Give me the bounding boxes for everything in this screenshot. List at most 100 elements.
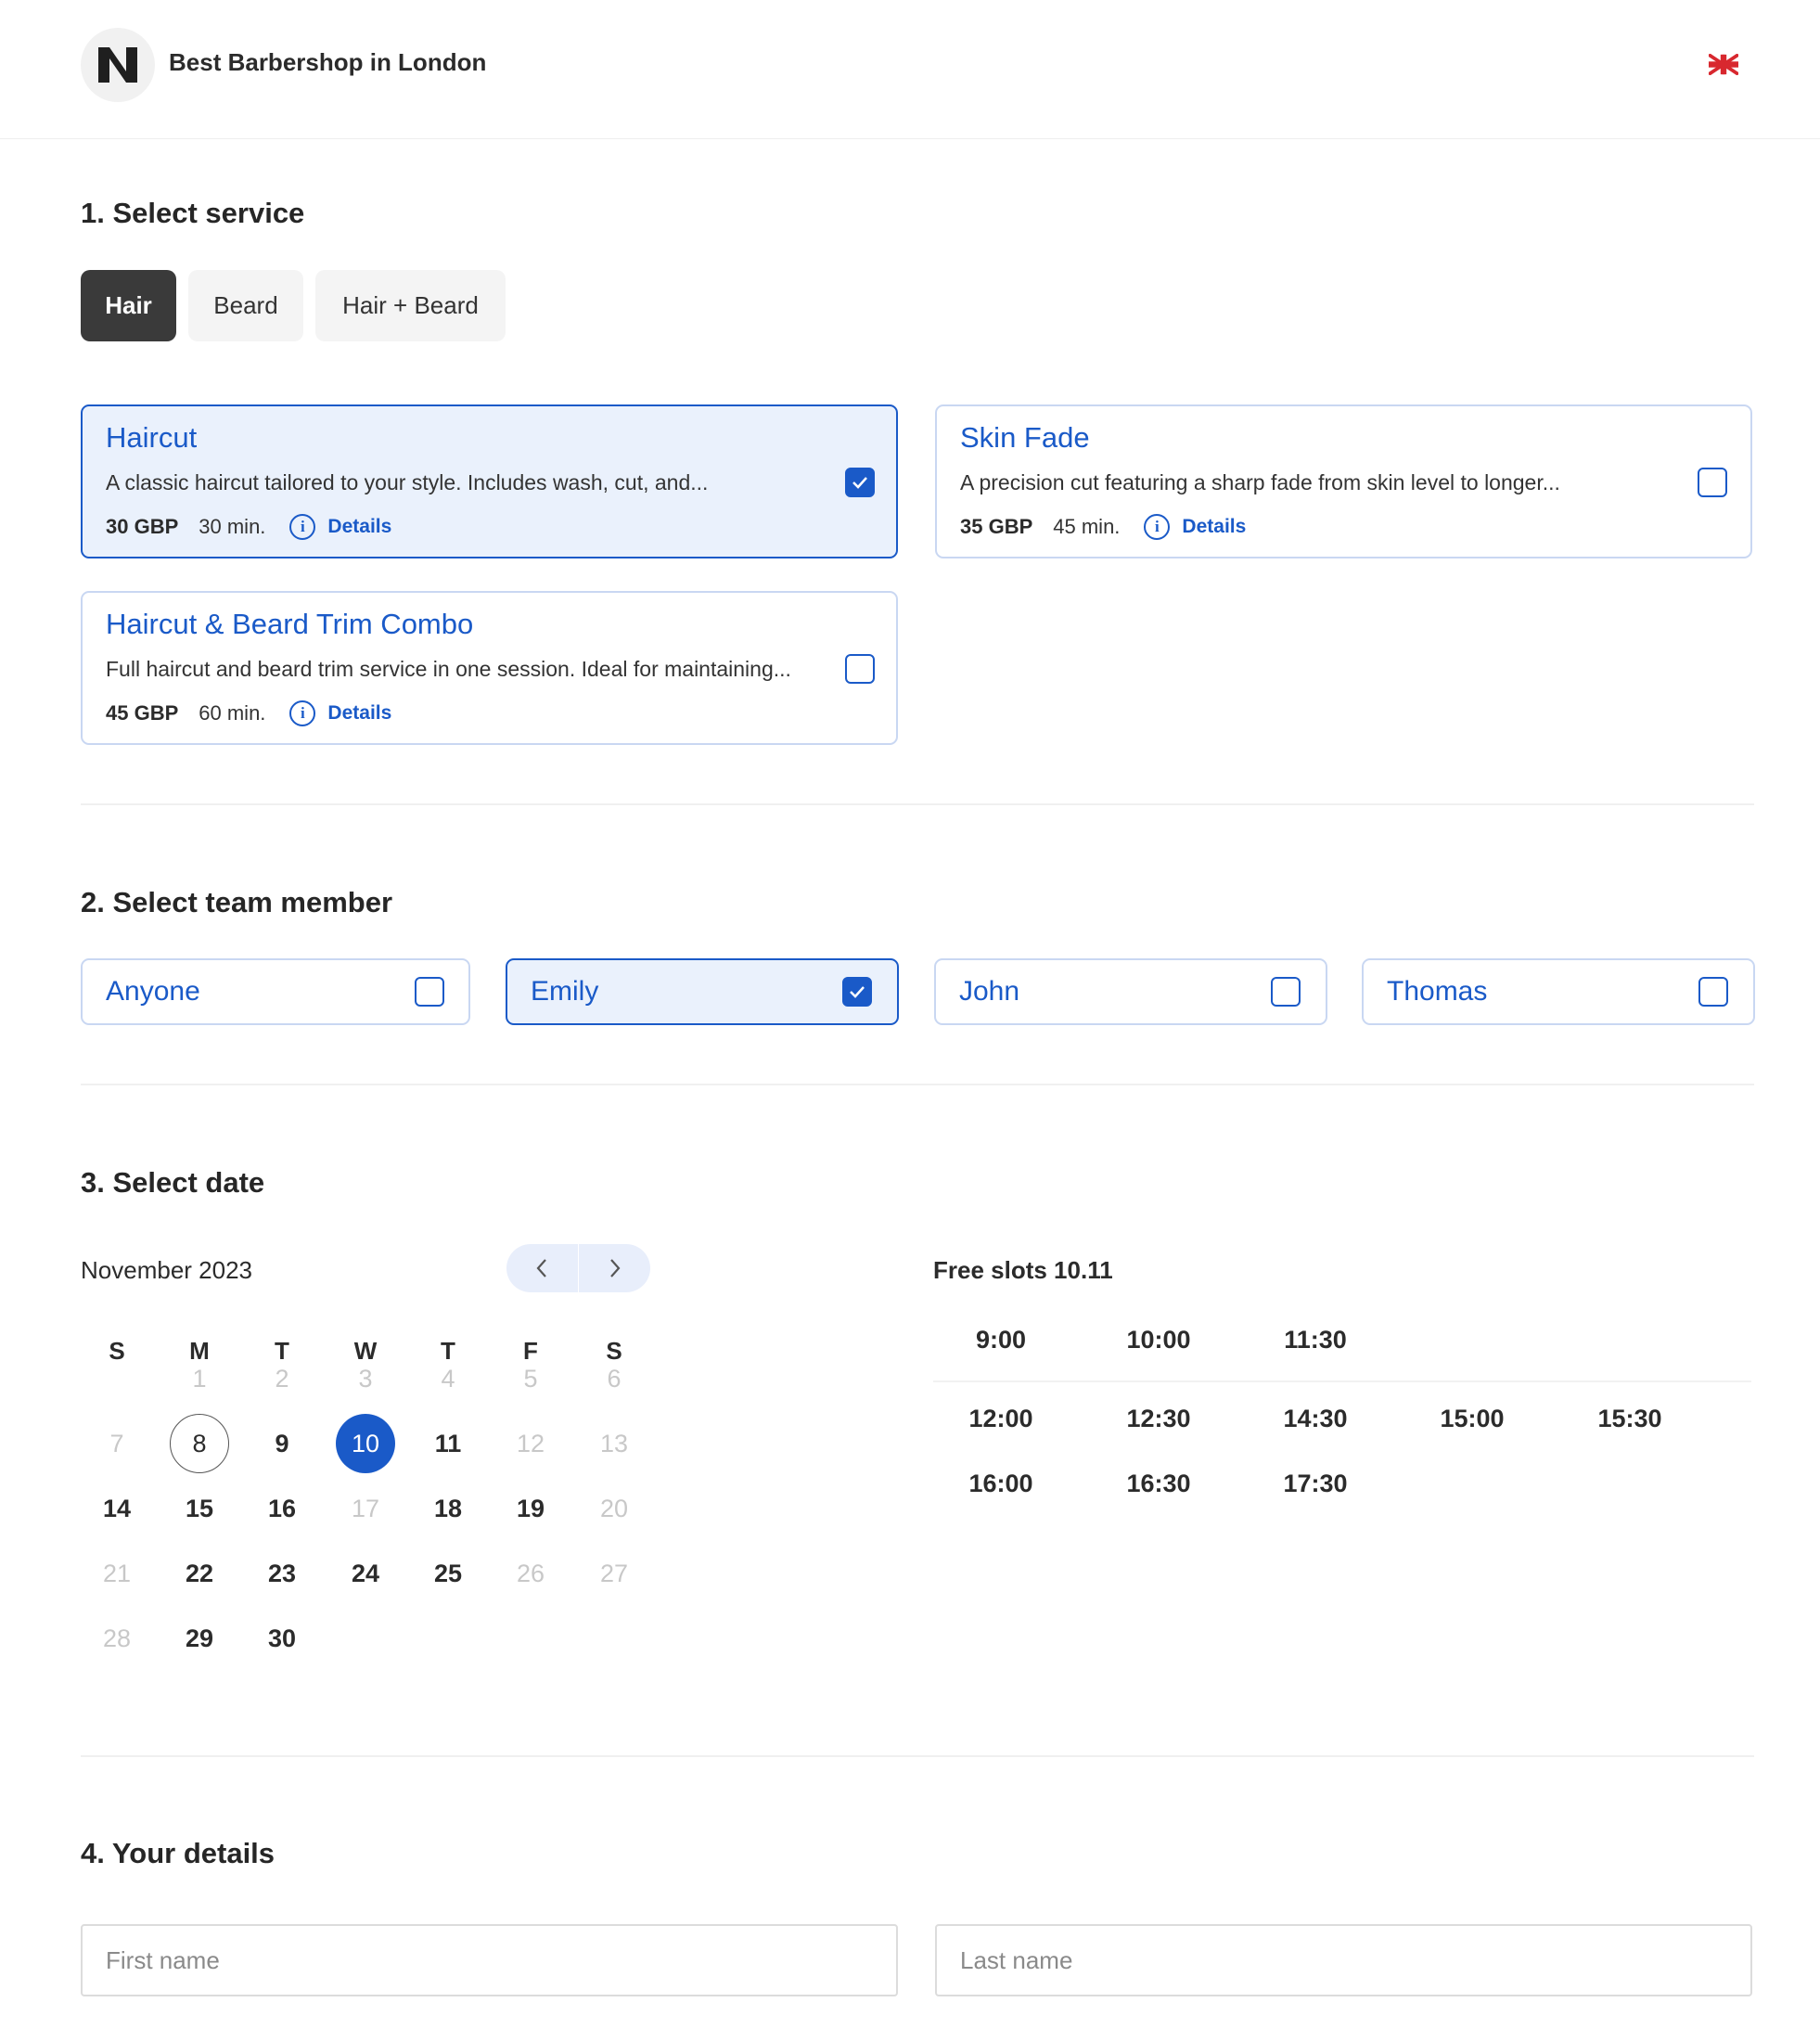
service-description: A precision cut featuring a sharp fade f… bbox=[960, 470, 1560, 494]
calendar-day[interactable]: 16 bbox=[252, 1479, 312, 1538]
service-title: Skin Fade bbox=[960, 421, 1090, 454]
checkbox-checked-icon[interactable] bbox=[845, 468, 875, 497]
calendar-day[interactable]: 18 bbox=[418, 1479, 478, 1538]
member-name: Anyone bbox=[106, 976, 200, 1007]
service-title: Haircut & Beard Trim Combo bbox=[106, 608, 474, 640]
service-price: 35 GBP bbox=[960, 515, 1033, 538]
time-slot[interactable]: 15:30 bbox=[1570, 1405, 1690, 1433]
section-title-date: 3. Select date bbox=[81, 1166, 265, 1199]
member-thomas[interactable]: Thomas bbox=[1362, 958, 1755, 1025]
info-icon[interactable]: i bbox=[289, 700, 316, 726]
chevron-right-icon[interactable] bbox=[579, 1244, 650, 1292]
calendar-day[interactable]: 15 bbox=[170, 1479, 229, 1538]
service-card-haircut[interactable]: Haircut A classic haircut tailored to yo… bbox=[81, 404, 898, 558]
tab-beard[interactable]: Beard bbox=[188, 270, 303, 341]
uk-flag-icon[interactable] bbox=[1709, 54, 1738, 75]
info-icon[interactable]: i bbox=[1144, 514, 1171, 540]
service-card-combo[interactable]: Haircut & Beard Trim Combo Full haircut … bbox=[81, 591, 898, 745]
calendar-day: 27 bbox=[599, 1559, 629, 1587]
time-slot[interactable]: 12:30 bbox=[1098, 1405, 1219, 1433]
checkbox-icon[interactable] bbox=[1698, 977, 1728, 1007]
section-title-details: 4. Your details bbox=[81, 1837, 276, 1869]
calendar-day: 5 bbox=[523, 1364, 538, 1393]
member-name: John bbox=[959, 976, 1020, 1007]
calendar-month: November 2023 bbox=[81, 1256, 252, 1284]
checkbox-icon[interactable] bbox=[415, 977, 444, 1007]
member-anyone[interactable]: Anyone bbox=[81, 958, 470, 1025]
calendar-day[interactable]: 9 bbox=[252, 1414, 312, 1473]
site-header: Best Barbershop in London bbox=[0, 0, 1820, 139]
slots-divider bbox=[933, 1380, 1751, 1382]
checkbox-icon[interactable] bbox=[1271, 977, 1301, 1007]
calendar-day: 26 bbox=[516, 1559, 545, 1587]
tab-hair[interactable]: Hair bbox=[81, 270, 176, 341]
free-slots-title: Free slots 10.11 bbox=[933, 1256, 1113, 1284]
section-divider bbox=[81, 1084, 1754, 1085]
service-description: Full haircut and beard trim service in o… bbox=[106, 657, 791, 681]
calendar-day: 7 bbox=[109, 1429, 124, 1457]
calendar-day: 3 bbox=[358, 1364, 373, 1393]
calendar-day[interactable]: 10 bbox=[336, 1414, 395, 1473]
member-john[interactable]: John bbox=[934, 958, 1327, 1025]
section-title-service: 1. Select service bbox=[81, 197, 305, 229]
service-duration: 30 min. bbox=[199, 515, 266, 538]
time-slot[interactable]: 17:30 bbox=[1255, 1470, 1376, 1498]
calendar-day: 6 bbox=[607, 1364, 622, 1393]
calendar-day: 21 bbox=[102, 1559, 132, 1587]
service-price: 30 GBP bbox=[106, 515, 179, 538]
time-slot[interactable]: 10:00 bbox=[1098, 1326, 1219, 1354]
section-divider bbox=[81, 1755, 1754, 1757]
section-title-team: 2. Select team member bbox=[81, 886, 393, 918]
calendar-day: 2 bbox=[275, 1364, 289, 1393]
time-slot[interactable]: 16:30 bbox=[1098, 1470, 1219, 1498]
weekday-label: S bbox=[109, 1337, 125, 1365]
calendar-day[interactable]: 14 bbox=[87, 1479, 147, 1538]
service-description: A classic haircut tailored to your style… bbox=[106, 470, 709, 494]
time-slot[interactable]: 11:30 bbox=[1255, 1326, 1376, 1354]
calendar-day: 12 bbox=[516, 1429, 545, 1457]
section-divider bbox=[81, 803, 1754, 805]
calendar-day: 13 bbox=[599, 1429, 629, 1457]
calendar-day[interactable]: 11 bbox=[418, 1414, 478, 1473]
checkbox-icon[interactable] bbox=[845, 654, 875, 684]
time-slot[interactable]: 12:00 bbox=[941, 1405, 1061, 1433]
calendar-day: 28 bbox=[102, 1624, 132, 1652]
calendar-day[interactable]: 30 bbox=[252, 1609, 312, 1668]
member-emily[interactable]: Emily bbox=[506, 958, 899, 1025]
time-slot[interactable]: 15:00 bbox=[1412, 1405, 1532, 1433]
details-link[interactable]: Details bbox=[327, 516, 391, 538]
member-name: Emily bbox=[531, 976, 599, 1007]
time-slot[interactable]: 16:00 bbox=[941, 1470, 1061, 1498]
service-duration: 45 min. bbox=[1053, 515, 1121, 538]
calendar-day[interactable]: 22 bbox=[170, 1544, 229, 1603]
chevron-left-icon[interactable] bbox=[506, 1244, 578, 1292]
calendar-day[interactable]: 25 bbox=[418, 1544, 478, 1603]
calendar-day: 1 bbox=[192, 1364, 207, 1393]
service-duration: 60 min. bbox=[199, 701, 266, 725]
brand-name: Best Barbershop in London bbox=[169, 48, 487, 76]
calendar-day[interactable]: 23 bbox=[252, 1544, 312, 1603]
month-navigation bbox=[506, 1244, 650, 1292]
details-link[interactable]: Details bbox=[1182, 516, 1246, 538]
service-title: Haircut bbox=[106, 421, 198, 454]
first-name-input[interactable] bbox=[81, 1924, 898, 1996]
n-logo-icon[interactable] bbox=[81, 28, 155, 102]
time-slot[interactable]: 9:00 bbox=[941, 1326, 1061, 1354]
service-card-skin-fade[interactable]: Skin Fade A precision cut featuring a sh… bbox=[935, 404, 1752, 558]
details-link[interactable]: Details bbox=[327, 702, 391, 725]
checkbox-checked-icon[interactable] bbox=[842, 977, 872, 1007]
checkbox-icon[interactable] bbox=[1698, 468, 1727, 497]
calendar-day[interactable]: 8 bbox=[170, 1414, 229, 1473]
info-icon[interactable]: i bbox=[289, 514, 316, 540]
calendar-day: 4 bbox=[441, 1364, 455, 1393]
time-slot[interactable]: 14:30 bbox=[1255, 1405, 1376, 1433]
service-price: 45 GBP bbox=[106, 701, 179, 725]
calendar-day[interactable]: 24 bbox=[336, 1544, 395, 1603]
tab-hair-beard[interactable]: Hair + Beard bbox=[315, 270, 506, 341]
last-name-input[interactable] bbox=[935, 1924, 1752, 1996]
member-name: Thomas bbox=[1387, 976, 1488, 1007]
calendar-day[interactable]: 29 bbox=[170, 1609, 229, 1668]
calendar-day[interactable]: 19 bbox=[501, 1479, 560, 1538]
calendar-day: 20 bbox=[599, 1494, 629, 1522]
calendar-day: 17 bbox=[351, 1494, 380, 1522]
